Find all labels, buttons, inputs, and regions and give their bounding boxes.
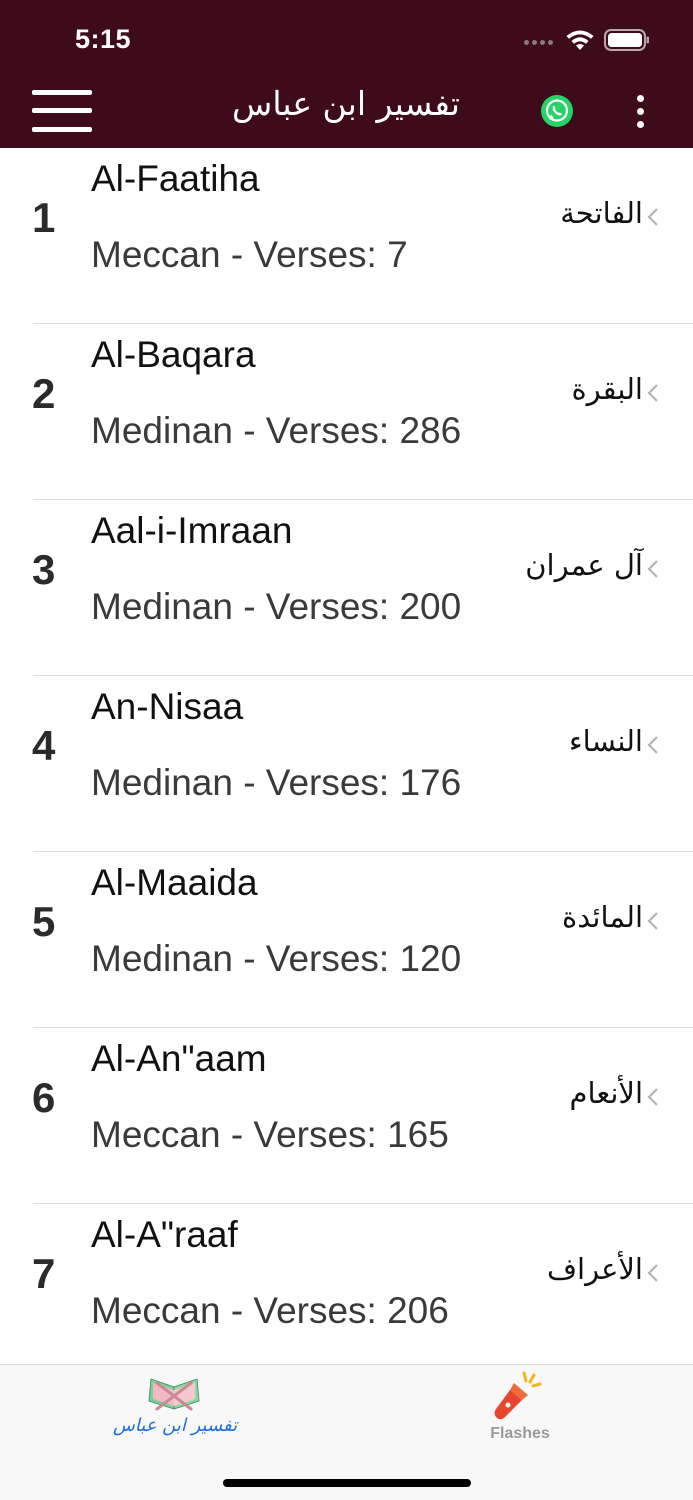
tab-flashes-label: Flashes <box>490 1425 550 1442</box>
list-item[interactable]: 4 An-Nisaa Medinan - Verses: 176 النساء <box>0 676 693 852</box>
list-item[interactable]: 7 Al-A"raaf Meccan - Verses: 206 الأعراف <box>0 1204 693 1364</box>
more-options-button[interactable] <box>632 95 650 129</box>
surah-number: 4 <box>32 722 56 769</box>
chevron-left-icon <box>647 560 658 578</box>
surah-name: An-Nisaa <box>91 686 244 727</box>
list-item[interactable]: 3 Aal-i-Imraan Medinan - Verses: 200 آل … <box>0 500 693 676</box>
flashlight-icon <box>494 1371 542 1420</box>
tab-tafsir[interactable]: تفسیر ابن عباس <box>105 1365 245 1465</box>
surah-info: Medinan - Verses: 176 <box>91 762 462 803</box>
surah-name: Al-A"raaf <box>91 1214 238 1255</box>
battery-icon <box>604 29 649 51</box>
hamburger-menu-button[interactable] <box>32 90 92 134</box>
surah-number: 7 <box>32 1250 56 1297</box>
surah-name: Al-An"aam <box>91 1038 267 1079</box>
chevron-left-icon <box>647 912 658 930</box>
chevron-left-icon <box>647 1264 658 1282</box>
home-indicator <box>223 1479 471 1487</box>
list-item[interactable]: 6 Al-An"aam Meccan - Verses: 165 الأنعام <box>0 1028 693 1204</box>
chevron-left-icon <box>647 1088 658 1106</box>
surah-info: Meccan - Verses: 165 <box>91 1114 449 1155</box>
surah-arabic-name: الأعراف <box>546 1252 643 1286</box>
chevron-left-icon <box>647 208 658 226</box>
surah-arabic-name: النساء <box>569 724 643 758</box>
quran-book-icon <box>148 1378 200 1411</box>
list-item[interactable]: 1 Al-Faatiha Meccan - Verses: 7 الفاتحة <box>0 148 693 324</box>
wifi-icon <box>566 30 594 50</box>
surah-number: 3 <box>32 546 56 593</box>
surah-number: 1 <box>32 194 56 241</box>
surah-info: Medinan - Verses: 120 <box>91 938 462 979</box>
surah-arabic-name: الفاتحة <box>560 196 643 230</box>
chevron-left-icon <box>647 384 658 402</box>
list-item[interactable]: 5 Al-Maaida Medinan - Verses: 120 المائد… <box>0 852 693 1028</box>
surah-name: Al-Faatiha <box>91 158 260 199</box>
surah-number: 6 <box>32 1074 56 1121</box>
status-time: 5:15 <box>75 24 132 54</box>
surah-name: Al-Baqara <box>91 334 256 375</box>
surah-list: 1 Al-Faatiha Meccan - Verses: 7 الفاتحة … <box>0 148 693 1364</box>
surah-info: Medinan - Verses: 200 <box>91 586 462 627</box>
whatsapp-icon[interactable] <box>540 94 574 128</box>
page-title: تفسیر ابن عباس <box>232 84 460 123</box>
surah-arabic-name: الأنعام <box>569 1076 643 1110</box>
surah-name: Aal-i-Imraan <box>91 510 293 551</box>
surah-info: Meccan - Verses: 7 <box>91 234 408 275</box>
surah-arabic-name: المائدة <box>562 900 643 934</box>
surah-number: 2 <box>32 370 56 417</box>
chevron-left-icon <box>647 736 658 754</box>
surah-info: Meccan - Verses: 206 <box>91 1290 449 1331</box>
surah-arabic-name: آل عمران <box>525 548 643 582</box>
surah-name: Al-Maaida <box>91 862 258 903</box>
surah-info: Medinan - Verses: 286 <box>91 410 462 451</box>
list-item[interactable]: 2 Al-Baqara Medinan - Verses: 286 البقرة <box>0 324 693 500</box>
cellular-signal-icon <box>524 40 553 45</box>
app-header: 5:15 تفسیر ابن عباس <box>0 0 693 148</box>
surah-arabic-name: البقرة <box>571 372 643 406</box>
tab-tafsir-label: تفسیر ابن عباس <box>112 1415 238 1436</box>
surah-number: 5 <box>32 898 56 945</box>
tab-flashes[interactable]: Flashes <box>470 1365 570 1465</box>
